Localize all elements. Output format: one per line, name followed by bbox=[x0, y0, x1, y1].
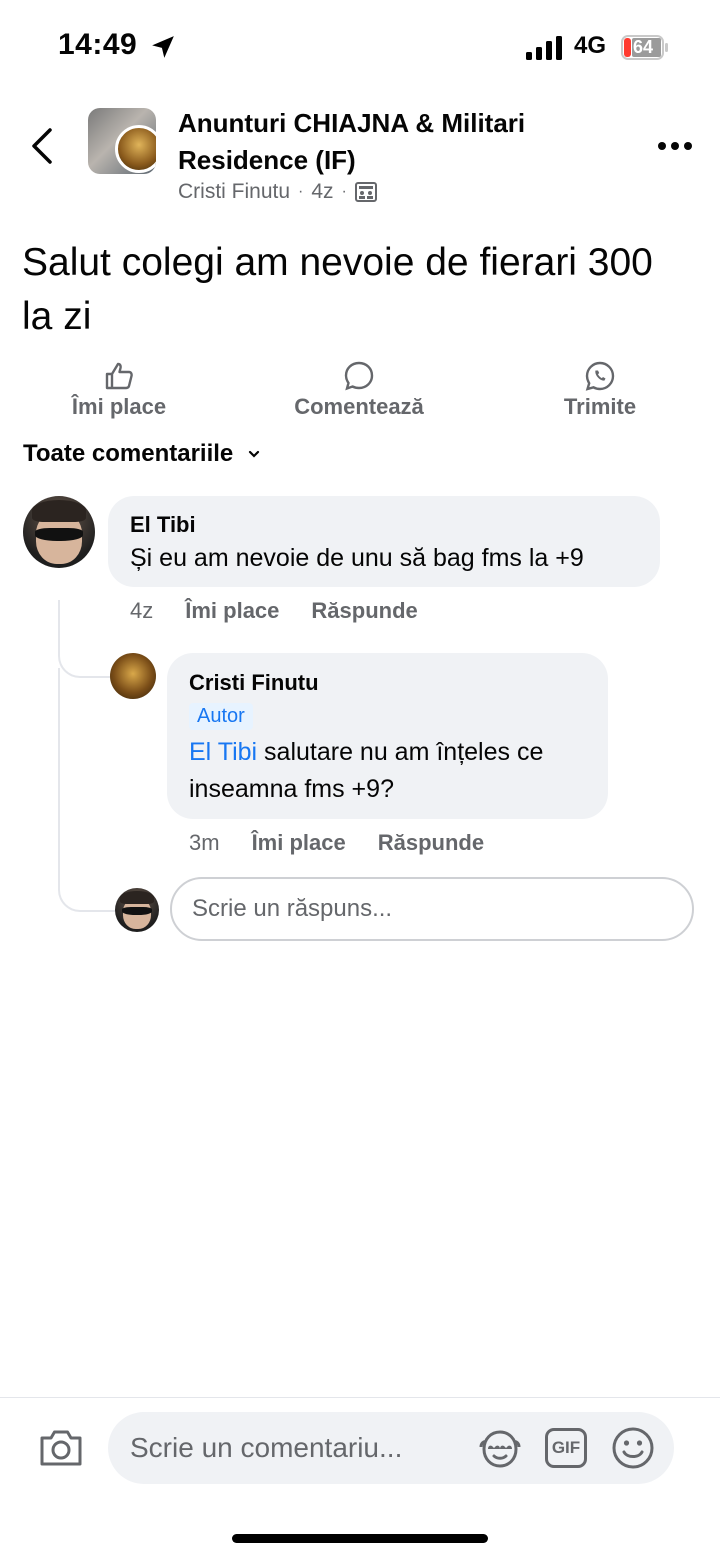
meta-separator: · bbox=[341, 183, 347, 200]
battery-icon: 64 bbox=[621, 35, 669, 60]
comment-like-button[interactable]: Îmi place bbox=[185, 598, 279, 624]
share-label: Trimite bbox=[563, 394, 637, 419]
thread-line bbox=[58, 600, 110, 678]
reply-reply-button[interactable]: Răspunde bbox=[378, 830, 484, 856]
group-privacy-icon bbox=[354, 182, 377, 202]
comment-text: Și eu am nevoie de unu să bag fms la +9 bbox=[130, 544, 584, 572]
chevron-down-icon bbox=[249, 450, 260, 458]
like-button[interactable]: Îmi place bbox=[64, 360, 174, 420]
more-icon[interactable] bbox=[656, 140, 694, 152]
gif-icon[interactable]: GIF bbox=[545, 1428, 587, 1468]
reply-input-placeholder: Scrie un răspuns... bbox=[192, 895, 393, 922]
thread-line bbox=[58, 668, 116, 912]
reply-like-button[interactable]: Îmi place bbox=[252, 830, 346, 856]
comment-actions: 4z Îmi place Răspunde bbox=[130, 598, 418, 624]
location-arrow-icon bbox=[152, 36, 174, 58]
battery-level: 64 bbox=[633, 37, 654, 57]
back-icon[interactable] bbox=[26, 124, 60, 168]
author-badge: Autor bbox=[189, 703, 253, 730]
share-whatsapp-button[interactable]: Trimite bbox=[554, 360, 646, 420]
group-avatar[interactable] bbox=[88, 108, 156, 174]
post-text: Salut colegi am nevoie de fierari 300 la… bbox=[22, 241, 653, 338]
signal-icon bbox=[526, 36, 562, 60]
emoji-icon[interactable] bbox=[611, 1426, 655, 1470]
camera-icon[interactable] bbox=[38, 1428, 84, 1468]
comment-button[interactable]: Comentează bbox=[284, 360, 434, 420]
home-indicator bbox=[232, 1534, 488, 1543]
thumbs-up-icon bbox=[105, 362, 133, 390]
status-time: 14:49 bbox=[58, 28, 138, 61]
comment-label: Comentează bbox=[294, 394, 424, 419]
comment-icon bbox=[344, 361, 374, 391]
avatar-sticker-icon[interactable] bbox=[478, 1427, 522, 1471]
reply-time: 3m bbox=[189, 830, 220, 855]
network-type: 4G bbox=[574, 32, 607, 59]
author-avatar-small bbox=[115, 125, 156, 173]
comment-time: 4z bbox=[130, 598, 154, 623]
comment-reply-button[interactable]: Răspunde bbox=[311, 598, 417, 624]
post-age: 4z bbox=[311, 180, 334, 203]
avatar[interactable] bbox=[110, 653, 156, 699]
like-label: Îmi place bbox=[71, 394, 167, 419]
comment-input-placeholder[interactable]: Scrie un comentariu... bbox=[130, 1432, 402, 1464]
reply-author[interactable]: Cristi Finutu bbox=[189, 670, 319, 696]
avatar[interactable] bbox=[23, 496, 95, 568]
mention-link[interactable]: El Tibi bbox=[189, 738, 257, 766]
group-title[interactable]: Anunturi CHIAJNA & Militari Residence (I… bbox=[178, 105, 618, 179]
post-meta: Cristi Finutu · 4z · bbox=[178, 180, 377, 204]
gif-label: GIF bbox=[551, 1438, 581, 1457]
avatar bbox=[115, 888, 159, 932]
comment-author[interactable]: El Tibi bbox=[130, 512, 196, 538]
reply-input[interactable]: Scrie un răspuns... bbox=[170, 877, 694, 941]
comments-filter-label: Toate comentariile bbox=[23, 440, 234, 467]
meta-separator: · bbox=[298, 183, 304, 200]
reply-text: El Tibi salutare nu am înțeles ce inseam… bbox=[189, 734, 599, 808]
comments-filter-dropdown[interactable]: Toate comentariile bbox=[23, 440, 261, 468]
post-author[interactable]: Cristi Finutu bbox=[178, 180, 290, 204]
divider bbox=[0, 1397, 720, 1398]
reply-actions: 3m Îmi place Răspunde bbox=[189, 830, 484, 856]
whatsapp-icon bbox=[585, 361, 615, 391]
